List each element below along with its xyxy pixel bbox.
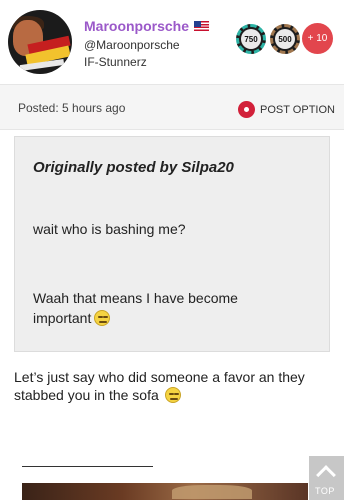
gear-icon — [238, 101, 255, 118]
post-header: Maroonporsche @Maroonporsche IF-Stunnerz… — [0, 0, 344, 82]
embedded-image[interactable] — [22, 483, 308, 500]
posted-time: Posted: 5 hours ago — [18, 101, 126, 115]
username-row: Maroonporsche — [84, 18, 210, 34]
username-link[interactable]: Maroonporsche — [84, 18, 189, 34]
badge-500-label: 500 — [275, 29, 295, 49]
badge-500[interactable]: 500 — [270, 24, 300, 54]
reply-body: Let’s just say who did someone a favor a… — [14, 369, 305, 403]
quote-text-line: Waah that means I have become — [33, 290, 238, 306]
avatar[interactable] — [8, 10, 72, 74]
badge-750[interactable]: 750 — [236, 24, 266, 54]
user-rank: IF-Stunnerz — [84, 55, 147, 69]
chevron-up-icon — [316, 465, 336, 485]
post-meta-bar: Posted: 5 hours ago POST OPTION — [0, 84, 344, 130]
user-handle: @Maroonporsche — [84, 38, 180, 52]
more-badges-button[interactable]: + 10 — [302, 23, 333, 54]
us-flag-icon — [194, 21, 210, 31]
scroll-to-top-label: TOP — [315, 486, 335, 496]
smirk-emoji-icon — [94, 310, 111, 326]
scroll-to-top-button[interactable]: TOP — [309, 456, 344, 500]
badge-750-label: 750 — [241, 29, 261, 49]
quote-text-line: wait who is bashing me? — [33, 221, 186, 237]
signature-divider — [22, 466, 153, 467]
image-detail — [172, 485, 252, 499]
smirk-emoji-icon — [164, 387, 181, 403]
quote-block: Originally posted by Silpa20 wait who is… — [14, 136, 330, 352]
post-option-label: POST OPTION — [260, 103, 335, 116]
quote-author: Originally posted by Silpa20 — [33, 159, 234, 176]
quote-text-line-with-emoji: important — [33, 307, 111, 329]
reply-text: Let’s just say who did someone a favor a… — [14, 368, 334, 404]
quote-text-line: important — [33, 310, 92, 326]
post-option-button[interactable]: POST OPTION — [238, 101, 335, 118]
